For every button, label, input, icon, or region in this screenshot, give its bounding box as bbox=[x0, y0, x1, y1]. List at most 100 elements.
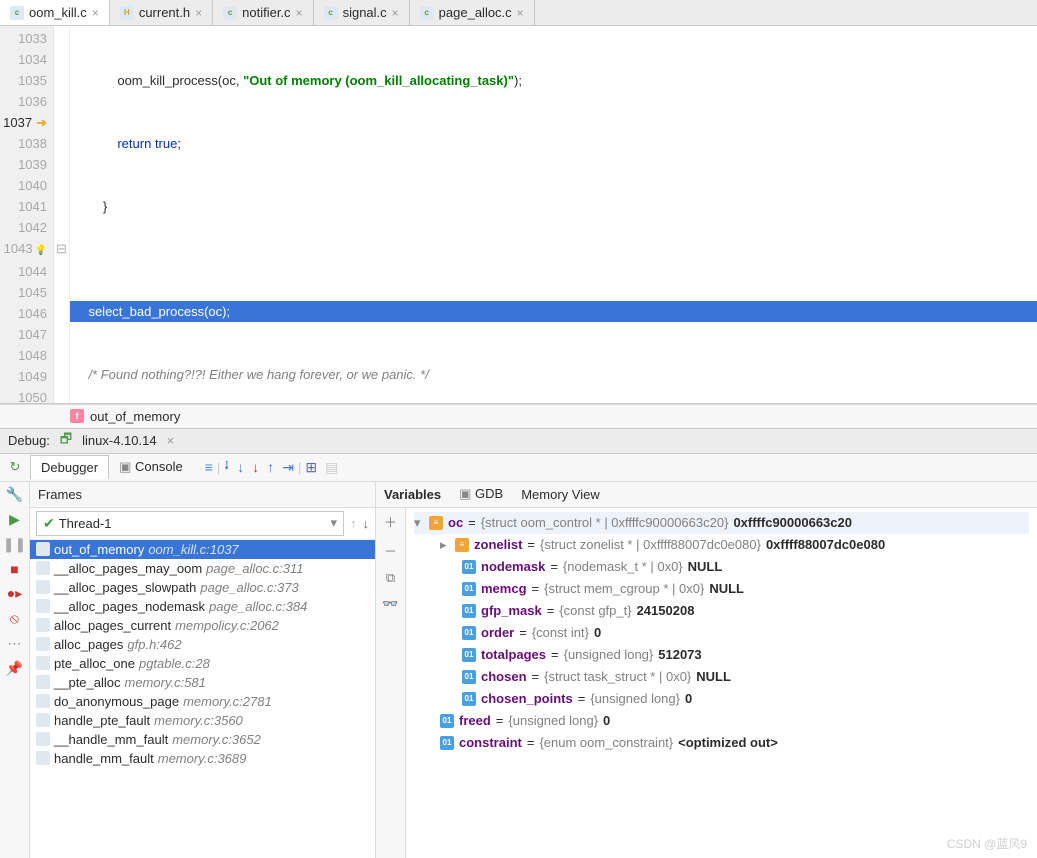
tab-oom-kill[interactable]: coom_kill.c× bbox=[0, 0, 110, 25]
stack-icon bbox=[36, 713, 50, 727]
stop-button[interactable]: ■ bbox=[10, 561, 18, 577]
var-row: 01nodemask = {nodemask_t * | 0x0} NULL bbox=[414, 556, 1029, 578]
prim-icon: 01 bbox=[462, 626, 476, 640]
var-row: 01totalpages = {unsigned long} 512073 bbox=[414, 644, 1029, 666]
frame-row[interactable]: out_of_memory oom_kill.c:1037 bbox=[30, 540, 375, 559]
copy-icon[interactable]: ⧉ bbox=[386, 570, 395, 586]
close-icon[interactable]: × bbox=[92, 6, 99, 20]
var-row: ▸≡zonelist = {struct zonelist * | 0xffff… bbox=[414, 534, 1029, 556]
function-icon: f bbox=[70, 409, 84, 423]
tab-console[interactable]: ▣ Console bbox=[109, 455, 193, 479]
pin-icon[interactable]: 📌 bbox=[6, 660, 23, 677]
tab-notifier-c[interactable]: cnotifier.c× bbox=[213, 0, 313, 25]
frame-row[interactable]: handle_mm_fault memory.c:3689 bbox=[30, 749, 375, 768]
run-to-cursor-icon[interactable]: ⇥ bbox=[278, 457, 298, 478]
prim-icon: 01 bbox=[462, 648, 476, 662]
tab-debugger[interactable]: Debugger bbox=[30, 455, 109, 479]
more-icon[interactable]: ⋯ bbox=[8, 635, 22, 652]
resume-button[interactable]: ▶ bbox=[9, 511, 20, 528]
debug-config-bar: Debug: 🗗 linux-4.10.14 × bbox=[0, 428, 1037, 454]
chevron-down-icon: ▾ bbox=[330, 515, 337, 531]
var-row: 01memcg = {struct mem_cgroup * | 0x0} NU… bbox=[414, 578, 1029, 600]
prim-icon: 01 bbox=[440, 736, 454, 750]
frame-row[interactable]: alloc_pages gfp.h:462 bbox=[30, 635, 375, 654]
mute-breakpoints-icon[interactable]: ⦸ bbox=[10, 610, 19, 627]
editor[interactable]: 1033103410351036 1037 103810391040104110… bbox=[0, 26, 1037, 404]
struct-icon: ≡ bbox=[455, 538, 469, 552]
frame-row[interactable]: do_anonymous_page memory.c:2781 bbox=[30, 692, 375, 711]
var-row: 01chosen_points = {unsigned long} 0 bbox=[414, 688, 1029, 710]
var-row: 01chosen = {struct task_struct * | 0x0} … bbox=[414, 666, 1029, 688]
tab-variables[interactable]: Variables bbox=[384, 487, 441, 502]
variables-tree[interactable]: ▾≡oc = {struct oom_control * | 0xffffc90… bbox=[406, 508, 1037, 858]
tab-gdb[interactable]: ▣ GDB bbox=[459, 486, 503, 502]
var-row: 01order = {const int} 0 bbox=[414, 622, 1029, 644]
frame-down-icon[interactable]: ↓ bbox=[363, 516, 370, 531]
step-into-icon[interactable]: ↓ bbox=[233, 457, 248, 477]
prim-icon: 01 bbox=[462, 560, 476, 574]
remove-watch-icon[interactable]: － bbox=[384, 541, 397, 560]
view-breakpoints-icon[interactable]: ●▸ bbox=[7, 585, 22, 602]
tab-current-h[interactable]: Hcurrent.h× bbox=[110, 0, 213, 25]
var-row: ▾≡oc = {struct oom_control * | 0xffffc90… bbox=[414, 512, 1029, 534]
frame-row[interactable]: handle_pte_fault memory.c:3560 bbox=[30, 711, 375, 730]
frame-row[interactable]: __handle_mm_fault memory.c:3652 bbox=[30, 730, 375, 749]
frame-row[interactable]: pte_alloc_one pgtable.c:28 bbox=[30, 654, 375, 673]
check-icon: ✔ bbox=[43, 515, 55, 532]
prim-icon: 01 bbox=[440, 714, 454, 728]
close-icon[interactable]: × bbox=[167, 433, 175, 448]
frame-row[interactable]: __alloc_pages_may_oom page_alloc.c:311 bbox=[30, 559, 375, 578]
frame-row[interactable]: __alloc_pages_slowpath page_alloc.c:373 bbox=[30, 578, 375, 597]
variables-panel: Variables ▣ GDB Memory View ＋ － ⧉ 👓 ▾≡oc… bbox=[376, 482, 1037, 858]
watermark: CSDN @蓝风9 bbox=[947, 835, 1027, 852]
rerun-button[interactable]: ↻ bbox=[0, 459, 30, 475]
frame-row[interactable]: __pte_alloc memory.c:581 bbox=[30, 673, 375, 692]
debug-panels: 🔧 ▶ ❚❚ ■ ●▸ ⦸ ⋯ 📌 Frames ✔ Thread-1 ▾ ↑ … bbox=[0, 482, 1037, 858]
settings-icon[interactable]: 🔧 bbox=[6, 486, 23, 503]
h-file-icon: H bbox=[120, 6, 134, 20]
line-gutter: 1033103410351036 1037 103810391040104110… bbox=[0, 26, 54, 403]
close-icon[interactable]: × bbox=[195, 6, 202, 20]
code-area[interactable]: oom_kill_process(oc, "Out of memory (oom… bbox=[70, 26, 1037, 403]
debug-toolbar: ↻ Debugger ▣ Console ≡ | ⭭ ↓ ↓ ↑ ⇥ | ⊞ ▤ bbox=[0, 454, 1037, 482]
close-icon[interactable]: × bbox=[517, 6, 524, 20]
breadcrumb-fn: out_of_memory bbox=[90, 409, 180, 424]
tab-memory-view[interactable]: Memory View bbox=[521, 487, 600, 502]
var-row: 01freed = {unsigned long} 0 bbox=[414, 710, 1029, 732]
layout-icon[interactable]: ▤ bbox=[321, 457, 342, 478]
c-file-icon: c bbox=[223, 6, 237, 20]
evaluate-icon[interactable]: ⊞ bbox=[301, 457, 321, 478]
add-watch-icon[interactable]: ＋ bbox=[384, 512, 397, 531]
stack-icon bbox=[36, 694, 50, 708]
vars-tabs: Variables ▣ GDB Memory View bbox=[376, 482, 1037, 508]
tab-page-alloc-c[interactable]: cpage_alloc.c× bbox=[410, 0, 535, 25]
pause-button[interactable]: ❚❚ bbox=[3, 536, 26, 553]
debug-config-name[interactable]: linux-4.10.14 bbox=[82, 433, 156, 448]
stack-icon bbox=[36, 561, 50, 575]
stack-icon bbox=[36, 751, 50, 765]
glasses-icon[interactable]: 👓 bbox=[382, 596, 398, 612]
frame-row[interactable]: __alloc_pages_nodemask page_alloc.c:384 bbox=[30, 597, 375, 616]
threads-icon[interactable]: ≡ bbox=[201, 457, 217, 477]
c-file-icon: c bbox=[420, 6, 434, 20]
close-icon[interactable]: × bbox=[392, 6, 399, 20]
breadcrumb[interactable]: f out_of_memory bbox=[0, 404, 1037, 428]
struct-icon: ≡ bbox=[429, 516, 443, 530]
var-row: 01constraint = {enum oom_constraint} <op… bbox=[414, 732, 1029, 754]
force-step-into-icon[interactable]: ↓ bbox=[248, 457, 263, 477]
thread-selector[interactable]: ✔ Thread-1 ▾ bbox=[36, 511, 344, 536]
debug-label: Debug: bbox=[8, 433, 50, 448]
frames-panel: Frames ✔ Thread-1 ▾ ↑ ↓ out_of_memory oo… bbox=[30, 482, 376, 858]
frames-list[interactable]: out_of_memory oom_kill.c:1037 __alloc_pa… bbox=[30, 540, 375, 858]
run-config-icon: 🗗 bbox=[60, 430, 72, 452]
tab-signal-c[interactable]: csignal.c× bbox=[314, 0, 410, 25]
step-over-icon[interactable]: ⭭ bbox=[220, 453, 233, 481]
step-out-icon[interactable]: ↑ bbox=[263, 457, 278, 477]
stack-icon bbox=[36, 599, 50, 613]
frame-row[interactable]: alloc_pages_current mempolicy.c:2062 bbox=[30, 616, 375, 635]
frame-up-icon[interactable]: ↑ bbox=[350, 516, 357, 531]
close-icon[interactable]: × bbox=[296, 6, 303, 20]
stack-icon bbox=[36, 637, 50, 651]
fold-column[interactable]: ⊟ bbox=[54, 26, 70, 403]
prim-icon: 01 bbox=[462, 670, 476, 684]
